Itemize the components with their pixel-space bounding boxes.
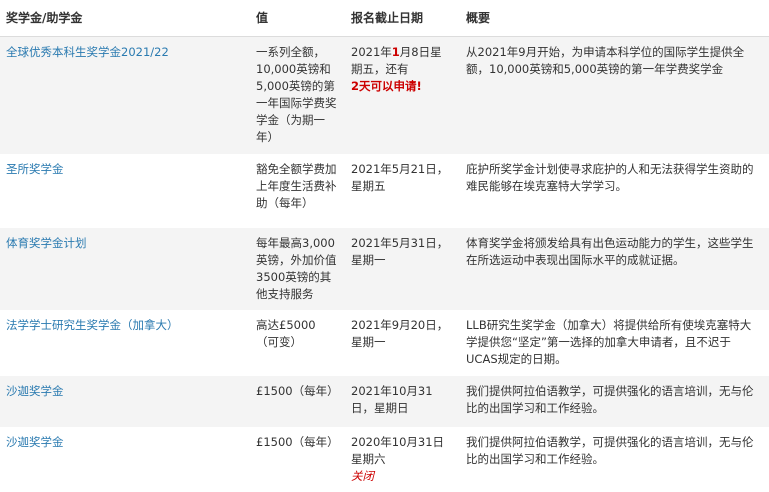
value-cell: £1500（每年） — [250, 427, 345, 492]
scholarship-link[interactable]: 体育奖学金计划 — [6, 236, 87, 250]
table-header-row: 奖学金/助学金 值 报名截止日期 概要 — [0, 0, 769, 37]
scholarship-link[interactable]: 沙迦奖学金 — [6, 384, 64, 398]
deadline-cell: 2021年5月21日，星期五 — [345, 154, 460, 228]
scholarship-cell: 沙迦奖学金 — [0, 427, 250, 492]
header-summary: 概要 — [460, 0, 769, 37]
deadline-cell: 2021年9月20日，星期一 — [345, 310, 460, 376]
summary-cell: 庇护所奖学金计划使寻求庇护的人和无法获得学生资助的难民能够在埃克塞特大学学习。 — [460, 154, 769, 228]
summary-cell: 我们提供阿拉伯语教学，可提供强化的语言培训，无与伦比的出国学习和工作经验。 — [460, 427, 769, 492]
summary-cell: 体育奖学金将颁发给具有出色运动能力的学生，这些学生在所选运动中表现出国际水平的成… — [460, 228, 769, 310]
value-cell: £1500（每年） — [250, 376, 345, 427]
table-row: 沙迦奖学金 £1500（每年） 2021年10月31日，星期日 我们提供阿拉伯语… — [0, 376, 769, 427]
value-cell: 每年最高3,000英镑，外加价值3500英镑的其他支持服务 — [250, 228, 345, 310]
scholarship-cell: 全球优秀本科生奖学金2021/22 — [0, 36, 250, 154]
table-row: 沙迦奖学金 £1500（每年） 2020年10月31日星期六关闭 我们提供阿拉伯… — [0, 427, 769, 492]
summary-cell: 我们提供阿拉伯语教学，可提供强化的语言培训，无与伦比的出国学习和工作经验。 — [460, 376, 769, 427]
scholarship-cell: 圣所奖学金 — [0, 154, 250, 228]
deadline-text-pre: 2021年 — [351, 45, 392, 59]
scholarship-table: 奖学金/助学金 值 报名截止日期 概要 全球优秀本科生奖学金2021/22 一系… — [0, 0, 769, 492]
summary-cell: LLB研究生奖学金（加拿大）将提供给所有使埃克塞特大学提供您“坚定”第一选择的加… — [460, 310, 769, 376]
table-row: 法学学士研究生奖学金（加拿大） 高达£5000（可变） 2021年9月20日，星… — [0, 310, 769, 376]
days-left-note: 2天可以申请! — [351, 79, 422, 93]
closed-note: 关闭 — [351, 469, 374, 483]
scholarship-link[interactable]: 法学学士研究生奖学金（加拿大） — [6, 318, 179, 332]
header-scholarship: 奖学金/助学金 — [0, 0, 250, 37]
summary-cell: 从2021年9月开始，为申请本科学位的国际学生提供全额，10,000英镑和5,0… — [460, 36, 769, 154]
header-value: 值 — [250, 0, 345, 37]
scholarship-link[interactable]: 沙迦奖学金 — [6, 435, 64, 449]
value-cell: 一系列全额，10,000英镑和5,000英镑的第一年国际学费奖学金（为期一年） — [250, 36, 345, 154]
deadline-cell: 2021年10月31日，星期日 — [345, 376, 460, 427]
scholarship-link[interactable]: 圣所奖学金 — [6, 162, 64, 176]
value-cell: 豁免全额学费加上年度生活费补助（每年） — [250, 154, 345, 228]
header-deadline: 报名截止日期 — [345, 0, 460, 37]
scholarship-cell: 沙迦奖学金 — [0, 376, 250, 427]
deadline-highlight: 1 — [391, 45, 400, 59]
scholarship-cell: 法学学士研究生奖学金（加拿大） — [0, 310, 250, 376]
value-cell: 高达£5000（可变） — [250, 310, 345, 376]
deadline-cell: 2021年5月31日，星期一 — [345, 228, 460, 310]
scholarship-link[interactable]: 全球优秀本科生奖学金2021/22 — [6, 45, 169, 59]
table-row: 体育奖学金计划 每年最高3,000英镑，外加价值3500英镑的其他支持服务 20… — [0, 228, 769, 310]
deadline-cell: 2020年10月31日星期六关闭 — [345, 427, 460, 492]
table-row: 全球优秀本科生奖学金2021/22 一系列全额，10,000英镑和5,000英镑… — [0, 36, 769, 154]
deadline-text: 2020年10月31日星期六 — [351, 435, 445, 466]
table-row: 圣所奖学金 豁免全额学费加上年度生活费补助（每年） 2021年5月21日，星期五… — [0, 154, 769, 228]
scholarship-cell: 体育奖学金计划 — [0, 228, 250, 310]
deadline-cell: 2021年1月8日星期五，还有 2天可以申请! — [345, 36, 460, 154]
